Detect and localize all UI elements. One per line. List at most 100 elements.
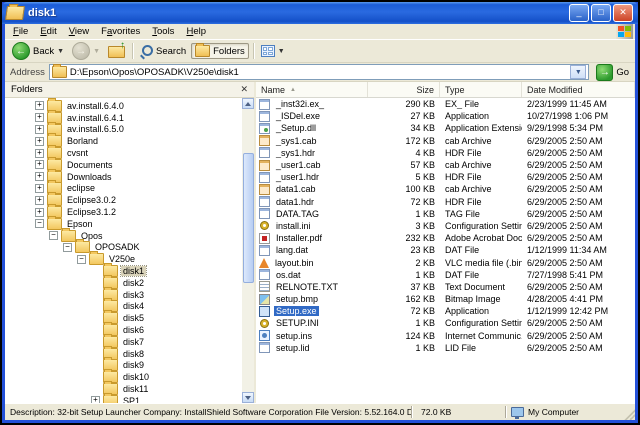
collapse-icon[interactable]: −: [49, 231, 58, 240]
file-name-cell[interactable]: lang.dat: [256, 245, 368, 256]
file-name-cell[interactable]: os.dat: [256, 269, 368, 280]
tree-item-sp1[interactable]: +SP1: [5, 395, 242, 403]
file-row-_user1.cab[interactable]: _user1.cab57 KBcab Archive6/29/2005 2:50…: [256, 159, 635, 171]
file-row-_user1.hdr[interactable]: _user1.hdr5 KBHDR File6/29/2005 2:50 AM: [256, 171, 635, 183]
file-name-cell[interactable]: layout.bin: [256, 257, 368, 268]
file-row-setup.exe[interactable]: Setup.exe72 KBApplication1/12/1999 12:42…: [256, 305, 635, 317]
expand-icon[interactable]: +: [35, 101, 44, 110]
file-name-cell[interactable]: Setup.exe: [256, 306, 368, 317]
tree-item-eclipse3.0.2[interactable]: +Eclipse3.0.2: [5, 194, 242, 206]
file-row-_setup.dll[interactable]: _Setup.dll34 KBApplication Extension9/29…: [256, 122, 635, 134]
views-button[interactable]: ▼: [258, 44, 288, 58]
expand-icon[interactable]: +: [35, 196, 44, 205]
up-button[interactable]: ↑: [105, 43, 128, 59]
expand-icon[interactable]: +: [35, 184, 44, 193]
file-name-cell[interactable]: data1.hdr: [256, 196, 368, 207]
file-name-cell[interactable]: _user1.hdr: [256, 172, 368, 183]
tree-item-disk10[interactable]: disk10: [5, 371, 242, 383]
close-panel-icon[interactable]: ✕: [240, 85, 248, 94]
column-header-name[interactable]: Name ▲: [256, 82, 368, 97]
tree-item-v250e[interactable]: −V250e: [5, 253, 242, 265]
tree-item-disk7[interactable]: disk7: [5, 336, 242, 348]
file-name-cell[interactable]: Installer.pdf: [256, 233, 368, 244]
scroll-down-icon[interactable]: [242, 392, 254, 403]
file-name-cell[interactable]: DATA.TAG: [256, 208, 368, 219]
tree-item-av.install.6.4.1[interactable]: +av.install.6.4.1: [5, 112, 242, 124]
back-dropdown-icon[interactable]: ▼: [57, 48, 64, 55]
tree-item-disk2[interactable]: disk2: [5, 277, 242, 289]
file-name-cell[interactable]: _user1.cab: [256, 160, 368, 171]
file-name-cell[interactable]: _inst32i.ex_: [256, 99, 368, 110]
menu-tools[interactable]: Tools: [146, 25, 180, 38]
file-name-cell[interactable]: _sys1.hdr: [256, 147, 368, 158]
expand-icon[interactable]: +: [35, 137, 44, 146]
folders-button[interactable]: Folders: [191, 43, 249, 59]
file-row-data.tag[interactable]: DATA.TAG1 KBTAG File6/29/2005 2:50 AM: [256, 208, 635, 220]
file-row-setup.lid[interactable]: setup.lid1 KBLID File6/29/2005 2:50 AM: [256, 342, 635, 354]
file-name-cell[interactable]: _ISDel.exe: [256, 111, 368, 122]
tree-item-eclipse3.1.2[interactable]: +Eclipse3.1.2: [5, 206, 242, 218]
file-row-layout.bin[interactable]: layout.bin2 KBVLC media file (.bin)6/29/…: [256, 256, 635, 268]
forward-button[interactable]: → ▼: [69, 41, 103, 61]
file-name-cell[interactable]: _sys1.cab: [256, 135, 368, 146]
tree-item-disk1[interactable]: disk1: [5, 265, 242, 277]
file-name-cell[interactable]: setup.bmp: [256, 294, 368, 305]
column-header-date[interactable]: Date Modified: [522, 82, 635, 97]
menu-file[interactable]: File: [7, 25, 34, 38]
tree-item-disk4[interactable]: disk4: [5, 301, 242, 313]
close-button[interactable]: ✕: [613, 4, 633, 22]
expand-icon[interactable]: +: [35, 172, 44, 181]
tree-item-borland[interactable]: +Borland: [5, 135, 242, 147]
collapse-icon[interactable]: −: [63, 243, 72, 252]
search-button[interactable]: Search: [137, 44, 189, 59]
maximize-button[interactable]: □: [591, 4, 611, 22]
file-row-setup.ini[interactable]: SETUP.INI1 KBConfiguration Settings6/29/…: [256, 317, 635, 329]
column-header-size[interactable]: Size: [368, 82, 440, 97]
address-input[interactable]: D:\Epson\Opos\OPOSADK\V250e\disk1 ▼: [49, 64, 589, 80]
go-button[interactable]: → Go: [593, 64, 632, 81]
expand-icon[interactable]: +: [91, 396, 100, 403]
tree-item-disk9[interactable]: disk9: [5, 360, 242, 372]
file-name-cell[interactable]: _Setup.dll: [256, 123, 368, 134]
file-row-data1.cab[interactable]: data1.cab100 KBcab Archive6/29/2005 2:50…: [256, 183, 635, 195]
collapse-icon[interactable]: −: [35, 219, 44, 228]
tree-item-disk11[interactable]: disk11: [5, 383, 242, 395]
expand-icon[interactable]: +: [35, 160, 44, 169]
scrollbar-track[interactable]: [242, 109, 254, 392]
tree-item-oposadk[interactable]: −OPOSADK: [5, 242, 242, 254]
tree-item-documents[interactable]: +Documents: [5, 159, 242, 171]
expand-icon[interactable]: +: [35, 208, 44, 217]
tree-item-opos[interactable]: −Opos: [5, 230, 242, 242]
file-row-setup.ins[interactable]: setup.ins124 KBInternet Communic...6/29/…: [256, 330, 635, 342]
file-name-cell[interactable]: data1.cab: [256, 184, 368, 195]
file-row-_sys1.hdr[interactable]: _sys1.hdr4 KBHDR File6/29/2005 2:50 AM: [256, 147, 635, 159]
collapse-icon[interactable]: −: [77, 255, 86, 264]
views-dropdown-icon[interactable]: ▼: [278, 48, 285, 55]
file-name-cell[interactable]: setup.ins: [256, 330, 368, 341]
tree-item-cvsnt[interactable]: +cvsnt: [5, 147, 242, 159]
menu-edit[interactable]: Edit: [34, 25, 62, 38]
menu-favorites[interactable]: Favorites: [95, 25, 146, 38]
tree-item-disk8[interactable]: disk8: [5, 348, 242, 360]
resize-grip[interactable]: [623, 408, 635, 420]
file-row-os.dat[interactable]: os.dat1 KBDAT File7/27/1998 5:41 PM: [256, 269, 635, 281]
tree-item-epson[interactable]: −Epson: [5, 218, 242, 230]
back-button[interactable]: ← Back ▼: [9, 41, 67, 61]
file-row-_sys1.cab[interactable]: _sys1.cab172 KBcab Archive6/29/2005 2:50…: [256, 135, 635, 147]
tree-scrollbar[interactable]: [242, 98, 254, 403]
expand-icon[interactable]: +: [35, 113, 44, 122]
file-name-cell[interactable]: setup.lid: [256, 342, 368, 353]
file-row-_isdel.exe[interactable]: _ISDel.exe27 KBApplication10/27/1998 1:0…: [256, 110, 635, 122]
file-row-installer.pdf[interactable]: Installer.pdf232 KBAdobe Acrobat Doc...6…: [256, 232, 635, 244]
menu-help[interactable]: Help: [180, 25, 212, 38]
file-row-data1.hdr[interactable]: data1.hdr72 KBHDR File6/29/2005 2:50 AM: [256, 196, 635, 208]
address-dropdown-button[interactable]: ▼: [570, 65, 586, 79]
scrollbar-thumb[interactable]: [243, 153, 254, 283]
file-row-setup.bmp[interactable]: setup.bmp162 KBBitmap Image4/28/2005 4:4…: [256, 293, 635, 305]
expand-icon[interactable]: +: [35, 125, 44, 134]
tree-item-av.install.6.5.0[interactable]: +av.install.6.5.0: [5, 124, 242, 136]
tree-item-downloads[interactable]: +Downloads: [5, 171, 242, 183]
file-name-cell[interactable]: SETUP.INI: [256, 318, 368, 329]
tree-item-av.install.6.4.0[interactable]: +av.install.6.4.0: [5, 100, 242, 112]
tree-item-disk5[interactable]: disk5: [5, 312, 242, 324]
